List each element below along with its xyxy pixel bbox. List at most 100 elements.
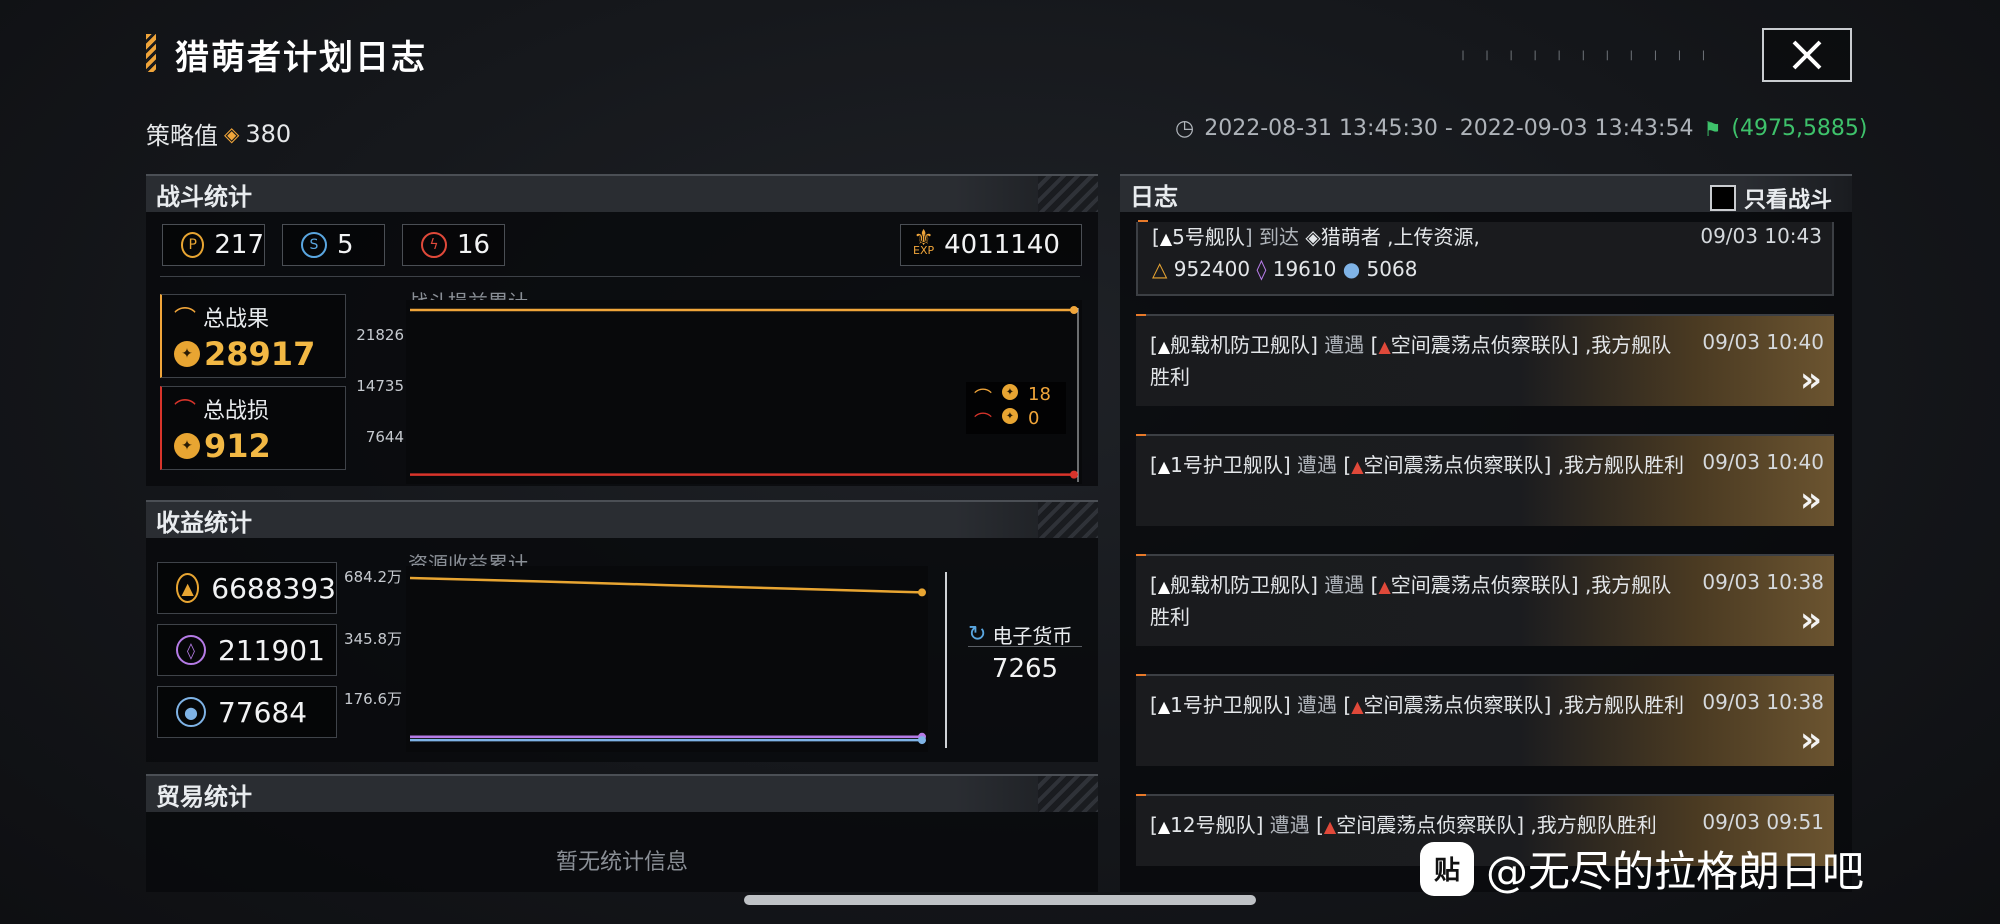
legend-gain-value: 18 [1028, 384, 1051, 405]
close-button[interactable] [1762, 28, 1852, 82]
log-entry-text: [▲1号护卫舰队] 遭遇 [▲空间震荡点侦察联队] ,我方舰队胜利 [1150, 453, 1685, 477]
log-result: ,我方舰队胜利 [1557, 693, 1685, 717]
p-icon: P [181, 232, 205, 258]
orb-resource-icon: ● [1342, 257, 1361, 281]
s-icon: S [301, 232, 327, 258]
log-verb: 遭遇 [1324, 573, 1365, 597]
gear-coin-icon: ✦ [174, 341, 200, 367]
gain-line-icon: ⌒ [974, 388, 992, 409]
total-gain-label-wrap: ⌒ 总战果 [174, 301, 269, 333]
battle-only-filter[interactable]: 只看战斗 [1709, 182, 1832, 214]
log-section-header: 日志 只看战斗 [1120, 174, 1852, 214]
exp-value: 4011140 [944, 230, 1060, 260]
log-fleet: 12号舰队 [1170, 813, 1256, 837]
exp-label: EXP [913, 244, 935, 257]
gain-line-icon: ⌒ [174, 307, 197, 332]
decorative-ticks: | | | | | | | | | | | [1460, 50, 1713, 61]
expand-chevron-icon[interactable]: » [1800, 480, 1822, 520]
total-gain-label: 总战果 [203, 307, 270, 332]
log-verb: 遭遇 [1324, 333, 1365, 357]
income-section-header: 收益统计 [146, 500, 1098, 538]
trade-panel: 贸易统计 暂无统计信息 [146, 774, 1098, 892]
base-diamond-icon: ◈ [1305, 225, 1321, 249]
currency-value: 7265 [991, 654, 1059, 684]
fleet-triangle-icon: ▲ [1157, 577, 1171, 596]
legend-gain: ⌒ ✦ 18 [974, 384, 1051, 410]
header-stripes [1038, 502, 1098, 538]
total-loss-label-wrap: ⌒ 总战损 [174, 393, 269, 425]
tieba-logo-icon: 贴 [1420, 841, 1474, 896]
log-fleet: 舰载机防卫舰队 [1170, 333, 1311, 357]
home-indicator[interactable] [744, 895, 1256, 905]
series-end-point-0 [918, 588, 926, 597]
resource-box: ◊ 211901 [157, 624, 337, 676]
resource-box: ▲ 6688393 [157, 562, 337, 614]
header-stripes [1038, 176, 1098, 212]
log-verb: 遭遇 [1297, 453, 1338, 477]
legend-loss-value: 0 [1028, 408, 1040, 429]
crystal-resource-icon: ◊ [1256, 257, 1267, 281]
expand-chevron-icon[interactable]: » [1800, 720, 1822, 760]
fleet-triangle-icon: ▲ [1157, 697, 1171, 716]
coordinates[interactable]: (4975,5885) [1731, 116, 1867, 141]
clock-icon: ◷ [1175, 116, 1195, 141]
divider [968, 646, 1082, 647]
enemy-triangle-icon: ▲ [1378, 577, 1391, 596]
watermark-text: @无尽的拉格朗日吧 [1486, 847, 1865, 896]
trade-section-title: 贸易统计 [156, 782, 252, 811]
total-gain-value: 28917 [204, 335, 316, 373]
expand-chevron-icon[interactable]: » [1800, 360, 1822, 400]
close-icon [1792, 40, 1822, 70]
total-loss-box: ⌒ 总战损 ✦ 912 [160, 386, 346, 470]
log-fleet: 舰载机防卫舰队 [1170, 573, 1311, 597]
log-target: 猎萌者 [1320, 225, 1381, 249]
fleet-triangle-icon: ▲ [1157, 457, 1171, 476]
battle-only-checkbox[interactable] [1709, 185, 1736, 211]
log-entry-text: [▲1号护卫舰队] 遭遇 [▲空间震荡点侦察联队] ,我方舰队胜利 [1150, 693, 1685, 717]
total-loss-label: 总战损 [203, 399, 270, 424]
series-end-point-0 [1070, 306, 1078, 314]
stat-p-value: 217 [214, 230, 264, 260]
log-entry[interactable]: [▲舰载机防卫舰队] 遭遇 [▲空间震荡点侦察联队] ,我方舰队胜利 09/03… [1136, 554, 1834, 646]
strategy-label: 策略值 [146, 122, 218, 150]
exp-box: ⚜ EXP 4011140 [900, 224, 1082, 266]
strategy-diamond-icon: ◈ [224, 121, 240, 146]
resource-box: ● 77684 [157, 686, 337, 738]
combat-section-title: 战斗统计 [156, 182, 252, 211]
combat-y-tick: 21826 [356, 326, 404, 344]
enemy-triangle-icon: ▲ [1323, 817, 1337, 836]
series-end-point-2 [918, 736, 926, 745]
income-divider [945, 572, 947, 748]
log-entry[interactable]: [▲1号护卫舰队] 遭遇 [▲空间震荡点侦察联队] ,我方舰队胜利 09/03 … [1136, 674, 1834, 766]
log-text-part: ] 到达 [1244, 225, 1306, 249]
log-res3: 5068 [1366, 257, 1418, 281]
enemy-triangle-icon: ▲ [1351, 457, 1364, 476]
time-range-text: 2022-08-31 13:45:30 - 2022-09-03 13:43:5… [1204, 116, 1694, 141]
log-section-title: 日志 [1130, 182, 1178, 211]
strategy-number: 380 [245, 119, 292, 148]
page-title: 猎萌者计划日志 [175, 38, 427, 78]
log-entry[interactable]: [▲舰载机防卫舰队] 遭遇 [▲空间震荡点侦察联队] ,我方舰队胜利 09/03… [1136, 314, 1834, 406]
total-loss-value: 912 [204, 427, 271, 465]
income-y-tick: 345.8万 [344, 630, 402, 648]
stat-s-value: 5 [337, 230, 354, 260]
log-time: 09/03 10:38 [1702, 570, 1824, 594]
expand-chevron-icon[interactable]: » [1800, 600, 1822, 640]
log-time: 09/03 10:43 [1700, 224, 1822, 248]
trade-empty-text: 暂无统计信息 [555, 850, 688, 875]
location-flag-icon: ⚑ [1703, 116, 1722, 141]
gear-coin-icon: ✦ [1002, 384, 1018, 400]
log-text-part: ,上传资源, [1380, 225, 1480, 249]
log-entry[interactable]: [▲5号舰队] 到达 ◈猎萌者 ,上传资源, △ 952400 ◊ 19610 … [1136, 220, 1834, 296]
refresh-currency-icon: ↻ [968, 622, 987, 647]
log-entry-text: [▲舰载机防卫舰队] 遭遇 [▲空间震荡点侦察联队] ,我方舰队胜利 [1150, 333, 1672, 389]
fleet-triangle-icon: ▲ [1157, 817, 1171, 836]
log-entry[interactable]: [▲1号护卫舰队] 遭遇 [▲空间震荡点侦察联队] ,我方舰队胜利 09/03 … [1136, 434, 1834, 526]
header-stripes [1038, 776, 1098, 812]
exp-icon: ⚜ EXP [913, 226, 935, 257]
currency-label: 电子货币 [992, 624, 1073, 648]
log-time: 09/03 10:38 [1702, 690, 1824, 714]
time-range: ◷ 2022-08-31 13:45:30 - 2022-09-03 13:43… [1175, 116, 1868, 141]
combat-y-tick: 14735 [356, 377, 404, 395]
fleet-triangle-icon: ▲ [1159, 229, 1173, 248]
